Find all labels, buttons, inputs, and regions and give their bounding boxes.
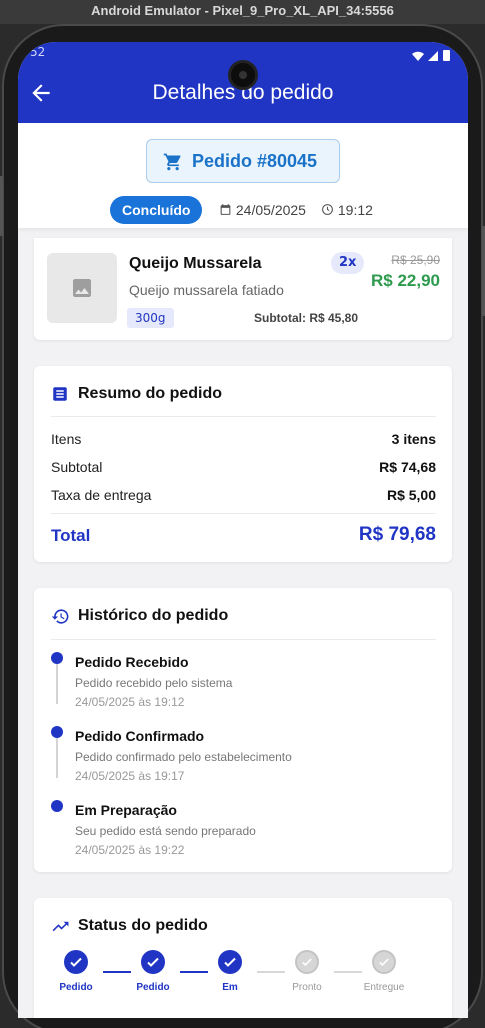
summary-delivery-label: Taxa de entrega	[51, 487, 152, 503]
status-clock: 52	[30, 45, 46, 59]
image-icon	[73, 279, 91, 297]
order-date-value: 24/05/2025	[235, 202, 306, 218]
timeline-line	[56, 664, 58, 704]
check-icon	[141, 950, 165, 974]
order-status-card: Status do pedido Pedido Pedido Em Pronto…	[34, 898, 452, 1018]
order-time-value: 19:12	[337, 202, 373, 218]
divider	[51, 416, 436, 417]
step-label: Pedido	[59, 982, 93, 993]
summary-subtotal-label: Subtotal	[51, 459, 103, 475]
summary-subtotal-value: R$ 74,68	[379, 459, 436, 475]
order-date: 24/05/2025	[219, 202, 306, 218]
event-description: Seu pedido está sendo preparado	[75, 824, 256, 838]
order-header: Pedido #80045 Concluído 24/05/2025 19:12	[18, 123, 468, 228]
event-title: Pedido Recebido	[75, 654, 189, 670]
history-icon	[51, 607, 70, 630]
item-price: R$ 22,90	[371, 271, 440, 290]
event-time: 24/05/2025 às 19:17	[75, 769, 185, 783]
status-step: Pedido	[46, 950, 106, 993]
event-title: Em Preparação	[75, 802, 177, 818]
battery-icon	[443, 50, 450, 61]
clock-icon	[322, 204, 333, 215]
item-subtotal: Subtotal: R$ 45,80	[254, 311, 359, 325]
status-icons	[410, 47, 454, 66]
step-label: Pedido	[136, 982, 170, 993]
summary-items-value: 3 itens	[391, 431, 436, 447]
front-camera	[228, 60, 258, 90]
item-old-price: R$ 25,90	[391, 253, 440, 267]
status-step: Pronto	[277, 950, 337, 993]
step-label: Pronto	[292, 982, 322, 993]
summary-title: Resumo do pedido	[78, 385, 222, 402]
event-time: 24/05/2025 às 19:22	[75, 843, 185, 857]
event-title: Pedido Confirmado	[75, 728, 205, 744]
timeline-line	[56, 738, 58, 778]
step-label: Em	[222, 982, 238, 993]
product-image-placeholder	[47, 253, 117, 323]
timeline-dot	[51, 800, 63, 812]
event-description: Pedido recebido pelo sistema	[75, 676, 233, 690]
app-screen: 52 Detalhes do pedido Pedido #80045 Conc…	[18, 42, 468, 1018]
event-time: 24/05/2025 às 19:12	[75, 695, 185, 709]
order-item[interactable]: Queijo Mussarela Queijo mussarela fatiad…	[34, 238, 452, 340]
order-summary-card: Resumo do pedido Itens 3 itens Subtotal …	[34, 366, 452, 562]
check-icon	[64, 950, 88, 974]
order-number-chip: Pedido #80045	[146, 139, 340, 183]
quantity-badge: 2x	[331, 252, 365, 274]
status-step: Pedido	[123, 950, 183, 993]
item-weight-tag: 300g	[127, 308, 174, 328]
emulator-title: Android Emulator - Pixel_9_Pro_XL_API_34…	[0, 0, 485, 24]
event-description: Pedido confirmado pelo estabelecimento	[75, 750, 292, 764]
item-description: Queijo mussarela fatiado	[129, 282, 284, 298]
timeline-dot	[51, 726, 63, 738]
receipt-icon	[51, 385, 69, 407]
check-icon	[218, 950, 242, 974]
check-icon	[295, 950, 319, 974]
history-title: Histórico do pedido	[78, 607, 229, 624]
summary-delivery-value: R$ 5,00	[386, 487, 436, 503]
order-history-card: Histórico do pedido Pedido Recebido Pedi…	[34, 588, 452, 872]
divider	[51, 639, 436, 640]
check-icon	[372, 950, 396, 974]
total-label: Total	[51, 526, 91, 545]
signal-icon	[428, 51, 438, 61]
wifi-icon	[412, 51, 424, 61]
item-name: Queijo Mussarela	[129, 255, 262, 272]
summary-items-label: Itens	[51, 431, 82, 447]
calendar-icon	[220, 204, 231, 215]
order-time: 19:12	[321, 202, 373, 218]
trending-icon	[51, 917, 70, 940]
step-label: Entregue	[363, 982, 405, 993]
status-step: Entregue	[354, 950, 414, 993]
status-badge: Concluído	[110, 196, 203, 224]
side-button	[0, 176, 3, 236]
status-title: Status do pedido	[78, 917, 208, 934]
cart-icon	[163, 152, 183, 176]
divider	[51, 513, 436, 514]
timeline-dot	[51, 652, 63, 664]
order-number: Pedido #80045	[192, 151, 318, 171]
total-value: R$ 79,68	[358, 524, 436, 545]
status-step: Em	[200, 950, 260, 993]
